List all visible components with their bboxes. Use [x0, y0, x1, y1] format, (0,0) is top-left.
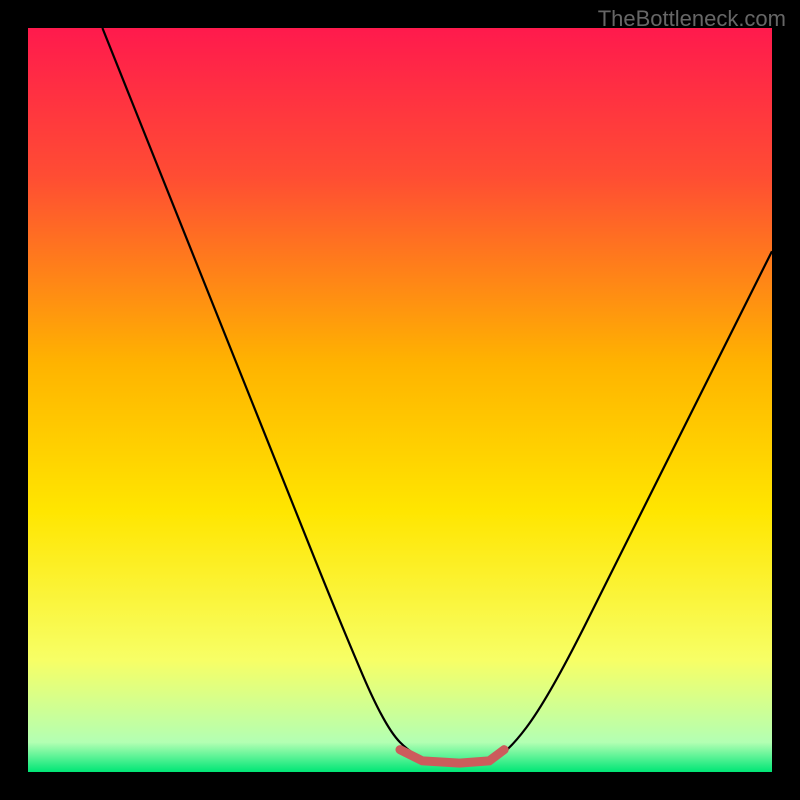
watermark-text: TheBottleneck.com — [598, 6, 786, 32]
bottleneck-chart — [28, 28, 772, 772]
gradient-background — [28, 28, 772, 772]
